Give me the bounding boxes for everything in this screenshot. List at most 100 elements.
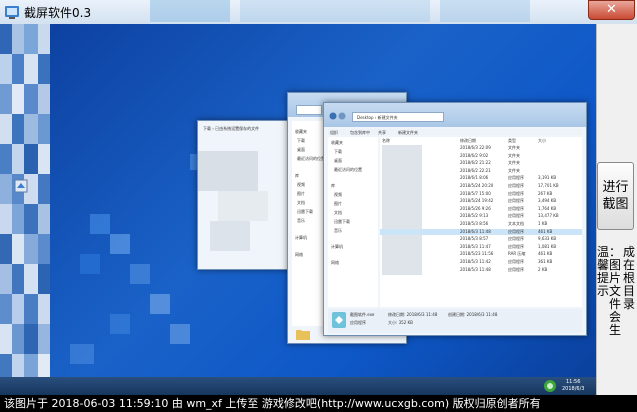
blurred-region <box>210 221 250 251</box>
cell-size: 267 KB <box>538 190 553 196</box>
nav-item[interactable]: 计算机 <box>295 235 307 240</box>
table-row[interactable]: 2018/6/3 22:09 文件夹 <box>380 145 582 151</box>
cell-type: 文件夹 <box>508 152 520 158</box>
hint-column: 成在根目录 <box>623 245 636 311</box>
column-header-type[interactable]: 类型 <box>508 138 516 143</box>
desktop-shortcut-icon[interactable] <box>14 179 28 193</box>
cell-size: 461 KB <box>538 228 553 234</box>
nav-item[interactable]: 最近访问的位置 <box>297 156 325 161</box>
table-row[interactable]: 2018/5/3 8:56 文本文档 1 KB <box>380 221 582 227</box>
nav-item[interactable]: 音乐 <box>297 218 305 223</box>
nav-item[interactable]: 桌面 <box>334 158 342 163</box>
toolbar-organize[interactable]: 组织 <box>330 130 338 135</box>
app-file-icon <box>332 312 346 328</box>
nav-item[interactable]: 文档 <box>297 200 305 205</box>
cell-date: 2018/5/26 9:26 <box>460 205 491 211</box>
blurred-region <box>440 0 530 22</box>
toolbar-include-library[interactable]: 包含到库中 <box>350 130 370 135</box>
nav-item[interactable]: 库 <box>295 173 299 178</box>
details-modified: 修改日期: 2018/6/3 11:48 <box>388 312 438 317</box>
file-list[interactable]: 名称 修改日期 类型 大小 2018/6/3 22:09 文件夹 2018/6/2 … <box>380 137 582 307</box>
capture-button[interactable]: 进行截图 <box>597 162 634 230</box>
table-row[interactable]: 2018/6/2 22:21 文件夹 <box>380 168 582 174</box>
nav-item[interactable]: 下载 <box>334 149 342 154</box>
column-header-size[interactable]: 大小 <box>538 138 546 143</box>
back-forward-icon[interactable] <box>329 112 347 120</box>
blurred-region <box>198 151 258 191</box>
cell-size: 3,494 KB <box>538 198 557 204</box>
cell-date: 2018/5/3 11:47 <box>460 243 491 249</box>
cell-date: 2018/5/2 9:13 <box>460 213 489 219</box>
nav-item[interactable]: 迅雷下载 <box>334 219 350 224</box>
blurred-region <box>150 0 230 22</box>
table-row[interactable]: 2018/5/24 20:20 应用程序 17,701 KB <box>380 183 582 189</box>
app-icon <box>5 6 19 19</box>
cell-date: 2018/5/23 11:56 <box>460 251 494 257</box>
cell-size: 9,633 KB <box>538 236 557 242</box>
close-button[interactable]: ✕ <box>588 0 635 20</box>
nav-item[interactable]: 迅雷下载 <box>297 209 313 214</box>
clock-date[interactable]: 2018/6/3 <box>562 387 584 392</box>
cell-date: 2018/5/24 20:20 <box>460 183 494 188</box>
nav-item[interactable]: 桌面 <box>297 147 305 152</box>
cell-date: 2018/6/3 11:48 <box>460 228 491 234</box>
navigation-pane[interactable]: 收藏夹 下载 桌面 最近访问的位置 库 视频 图片 文档 迅雷下载 音乐 计算机… <box>328 137 378 307</box>
column-header-date[interactable]: 修改日期 <box>460 138 476 143</box>
cell-size: 1,081 KB <box>538 243 557 249</box>
table-row[interactable]: 2018/6/3 11:48 应用程序 461 KB <box>380 228 582 235</box>
toolbar-share[interactable]: 共享 <box>378 130 386 135</box>
nav-item[interactable]: 下载 <box>297 138 305 143</box>
cell-date: 2018/6/2 21:22 <box>460 160 491 166</box>
nav-item[interactable]: 收藏夹 <box>295 129 307 134</box>
details-name: 截图软件.exe <box>350 312 375 317</box>
cell-size: 2 KB <box>538 266 548 272</box>
explorer-window-front[interactable]: Desktop › 新建文件夹 组织 包含到库中 共享 新建文件夹 收藏夹 下载… <box>323 102 587 336</box>
nav-item[interactable]: 网络 <box>331 260 339 265</box>
cell-type: 应用程序 <box>508 198 524 204</box>
table-row[interactable]: 2018/6/2 9:02 文件夹 <box>380 153 582 159</box>
nav-item[interactable]: 最近访问的位置 <box>334 167 362 172</box>
nav-item[interactable]: 计算机 <box>331 244 343 249</box>
cell-type: 应用程序 <box>508 266 524 272</box>
cell-date: 2018/5/3 8:56 <box>460 221 489 226</box>
app-titlebar[interactable]: 截屏软件0.3 ✕ <box>0 0 637 24</box>
nav-item[interactable]: 库 <box>331 183 335 188</box>
blurred-region <box>240 0 430 22</box>
cell-type: 应用程序 <box>508 243 524 249</box>
cell-type: 应用程序 <box>508 213 524 219</box>
column-header-name[interactable]: 名称 <box>382 138 390 143</box>
nav-item[interactable]: 文档 <box>334 210 342 215</box>
table-row[interactable]: 2018/6/2 21:22 文件夹 <box>380 160 582 166</box>
table-row[interactable]: 2018/5/7 15:00 应用程序 267 KB <box>380 191 582 197</box>
clock-time[interactable]: 11:56 <box>566 380 580 385</box>
hint-column: ：图片文件会生 <box>609 245 622 337</box>
breadcrumb: 下载 › 已由系统设置保存的文件 <box>203 126 260 131</box>
cell-type: 应用程序 <box>508 205 524 211</box>
nav-item[interactable]: 视频 <box>297 182 305 187</box>
table-row[interactable]: 2018/5/3 8:57 应用程序 9,633 KB <box>380 236 582 242</box>
table-row[interactable]: 2018/5/26 9:26 应用程序 1,764 KB <box>380 206 582 212</box>
nav-item[interactable]: 网络 <box>295 252 303 257</box>
table-row[interactable]: 2018/6/1 8:06 应用程序 3,191 KB <box>380 175 582 181</box>
nav-item[interactable]: 收藏夹 <box>331 140 343 145</box>
nav-item[interactable]: 图片 <box>334 201 342 206</box>
address-bar[interactable] <box>296 105 322 115</box>
cell-size: 1,764 KB <box>538 205 557 211</box>
nav-item[interactable]: 图片 <box>297 191 305 196</box>
details-pane: 截图软件.exe 修改日期: 2018/6/3 11:48 创建日期: 2018… <box>328 309 582 333</box>
nav-item[interactable]: 音乐 <box>334 228 342 233</box>
table-row[interactable]: 2018/5/3 11:42 应用程序 361 KB <box>380 259 582 265</box>
address-bar[interactable]: Desktop › 新建文件夹 <box>352 112 444 122</box>
cell-date: 2018/6/2 9:02 <box>460 152 489 158</box>
cell-date: 2018/5/24 19:42 <box>460 198 494 204</box>
table-row[interactable]: 2018/5/24 19:42 应用程序 3,494 KB <box>380 198 582 204</box>
hint-column: 温馨提示 <box>597 245 610 298</box>
table-row[interactable]: 2018/5/23 11:56 RAR 压缩 461 KB <box>380 251 582 257</box>
table-row[interactable]: 2018/5/3 11:48 应用程序 2 KB <box>380 267 582 273</box>
nav-item[interactable]: 视频 <box>334 192 342 197</box>
table-row[interactable]: 2018/5/2 9:13 应用程序 13,477 KB <box>380 213 582 219</box>
toolbar-new-folder[interactable]: 新建文件夹 <box>398 130 418 135</box>
folder-icon <box>296 330 310 340</box>
tray-app-icon[interactable] <box>543 379 557 393</box>
table-row[interactable]: 2018/5/3 11:47 应用程序 1,081 KB <box>380 244 582 250</box>
